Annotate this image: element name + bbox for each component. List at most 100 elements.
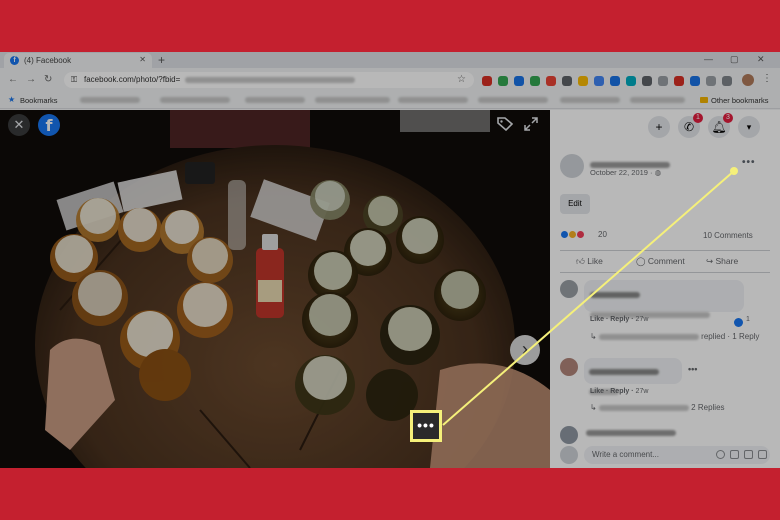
folder-icon bbox=[700, 97, 708, 103]
bookmarks-label[interactable]: Bookmarks bbox=[20, 96, 58, 105]
like-button[interactable]: 👍︎ Like bbox=[576, 256, 603, 267]
bookmark-star-icon[interactable]: ☆ bbox=[457, 74, 466, 85]
comment-actions: Like · Reply · 27w bbox=[590, 388, 649, 395]
sticker-icon[interactable] bbox=[758, 450, 767, 459]
comment-time[interactable]: 27w bbox=[636, 316, 649, 323]
extension-icon[interactable] bbox=[578, 76, 588, 86]
tag-icon[interactable] bbox=[497, 117, 513, 131]
comment-like-link[interactable]: Like bbox=[590, 316, 604, 323]
extension-icon[interactable] bbox=[642, 76, 652, 86]
comment-item bbox=[560, 426, 770, 444]
account-menu-button[interactable]: ▾ bbox=[738, 116, 760, 138]
reaction-count: 20 bbox=[598, 230, 607, 239]
extension-icon[interactable] bbox=[482, 76, 492, 86]
extension-icon[interactable] bbox=[546, 76, 556, 86]
other-bookmarks-label: Other bookmarks bbox=[711, 96, 769, 105]
comment-options-button[interactable]: ••• bbox=[688, 364, 697, 374]
minimize-button[interactable]: — bbox=[704, 54, 713, 64]
commenter-avatar[interactable] bbox=[560, 426, 578, 444]
comment-count[interactable]: 10 Comments bbox=[703, 231, 753, 240]
back-button[interactable]: ← bbox=[8, 74, 18, 85]
commenter-avatar[interactable] bbox=[560, 280, 578, 298]
comment-icon: ◯ bbox=[636, 256, 646, 266]
comment-item: Like · Reply · 27w 1 ↳ replied · 1 Reply bbox=[560, 280, 770, 360]
facebook-logo[interactable]: f bbox=[38, 114, 60, 136]
camera-icon[interactable] bbox=[730, 450, 739, 459]
extension-icon[interactable] bbox=[562, 76, 572, 86]
comment-like-count: 1 bbox=[746, 316, 750, 323]
bookmark-item[interactable] bbox=[245, 97, 305, 103]
extension-icon[interactable] bbox=[594, 76, 604, 86]
comment-input[interactable]: Write a comment... bbox=[584, 446, 770, 464]
messenger-button[interactable]: ✆ 1 bbox=[678, 113, 703, 138]
share-button[interactable]: ↪ Share bbox=[706, 256, 738, 267]
extension-icon[interactable] bbox=[498, 76, 508, 86]
emoji-icon[interactable] bbox=[716, 450, 725, 459]
extension-icon[interactable] bbox=[626, 76, 636, 86]
comment-like-link[interactable]: Like bbox=[590, 388, 604, 395]
comment-reply-link[interactable]: Reply bbox=[610, 316, 629, 323]
extension-icon[interactable] bbox=[722, 76, 732, 86]
messenger-badge: 1 bbox=[693, 113, 703, 123]
comment-actions: Like · Reply · 27w bbox=[590, 316, 649, 323]
comment-time[interactable]: 27w bbox=[636, 388, 649, 395]
edit-button[interactable]: Edit bbox=[560, 194, 590, 214]
comment-bubble bbox=[584, 358, 682, 395]
post-side-panel: + ✆ 1 🔔︎ 3 ▾ October 22, 2019 · ◍ ••• Ed… bbox=[550, 110, 780, 468]
bookmarks-star-icon: ★ bbox=[8, 95, 16, 104]
bookmark-item[interactable] bbox=[315, 97, 390, 103]
comment-bubble bbox=[584, 280, 744, 319]
comment-like-badge-icon bbox=[734, 318, 743, 327]
tab-facebook[interactable]: f (4) Facebook ✕ bbox=[4, 53, 152, 68]
view-replies-link[interactable]: ↳ 2 Replies bbox=[590, 403, 725, 412]
extension-icon[interactable] bbox=[658, 76, 668, 86]
view-replies-link[interactable]: ↳ replied · 1 Reply bbox=[590, 332, 759, 341]
bookmark-item[interactable] bbox=[80, 97, 140, 103]
gif-icon[interactable] bbox=[744, 450, 753, 459]
extension-icon[interactable] bbox=[610, 76, 620, 86]
window-close-button[interactable]: ✕ bbox=[757, 54, 765, 65]
extension-icon[interactable] bbox=[706, 76, 716, 86]
address-bar[interactable]: ⚿ facebook.com/photo/?fbid= ☆ bbox=[64, 72, 474, 88]
restore-button[interactable]: ▢ bbox=[730, 54, 739, 65]
extension-icon[interactable] bbox=[690, 76, 700, 86]
lock-icon: ⚿ bbox=[71, 75, 78, 84]
notifications-button[interactable]: 🔔︎ 3 bbox=[708, 113, 733, 138]
comment-input-placeholder: Write a comment... bbox=[592, 450, 659, 459]
photo-viewer: ✕ f › bbox=[0, 110, 550, 468]
messenger-icon: ✆ bbox=[683, 120, 695, 134]
love-reaction-icon bbox=[576, 230, 585, 239]
bookmark-item[interactable] bbox=[560, 97, 620, 103]
tab-title: (4) Facebook bbox=[24, 56, 72, 65]
address-url: facebook.com/photo/?fbid= bbox=[84, 75, 181, 84]
reload-button[interactable]: ↻ bbox=[44, 74, 52, 85]
comment-reply-link[interactable]: Reply bbox=[610, 388, 629, 395]
close-viewer-button[interactable]: ✕ bbox=[8, 114, 30, 136]
bookmark-item[interactable] bbox=[478, 97, 548, 103]
extension-icon[interactable] bbox=[530, 76, 540, 86]
divider bbox=[560, 272, 770, 273]
bookmark-item[interactable] bbox=[630, 97, 685, 103]
bookmark-item[interactable] bbox=[398, 97, 468, 103]
forward-button[interactable]: → bbox=[26, 74, 36, 85]
facebook-favicon-icon: f bbox=[10, 56, 19, 65]
comment-button[interactable]: ◯ Comment bbox=[636, 256, 685, 267]
post-options-button[interactable]: ••• bbox=[742, 157, 756, 168]
other-bookmarks[interactable]: Other bookmarks bbox=[700, 96, 769, 105]
extension-icon[interactable] bbox=[674, 76, 684, 86]
post-date[interactable]: October 22, 2019 · ◍ bbox=[590, 168, 661, 177]
expand-icon[interactable] bbox=[524, 117, 538, 131]
new-tab-button[interactable]: + bbox=[158, 53, 165, 67]
bookmark-item[interactable] bbox=[160, 97, 230, 103]
author-avatar[interactable] bbox=[560, 154, 584, 178]
commenter-avatar[interactable] bbox=[560, 358, 578, 376]
profile-avatar[interactable] bbox=[742, 74, 754, 86]
share-icon: ↪ bbox=[706, 256, 714, 266]
extension-icon[interactable] bbox=[514, 76, 524, 86]
create-button[interactable]: + bbox=[648, 116, 670, 138]
next-photo-button[interactable]: › bbox=[510, 335, 540, 365]
tab-strip: f (4) Facebook ✕ + — ▢ ✕ bbox=[0, 52, 780, 68]
browser-menu-button[interactable]: ⋮ bbox=[762, 73, 772, 84]
tab-close-icon[interactable]: ✕ bbox=[139, 55, 146, 64]
photo-options-button[interactable]: ••• bbox=[410, 410, 442, 442]
